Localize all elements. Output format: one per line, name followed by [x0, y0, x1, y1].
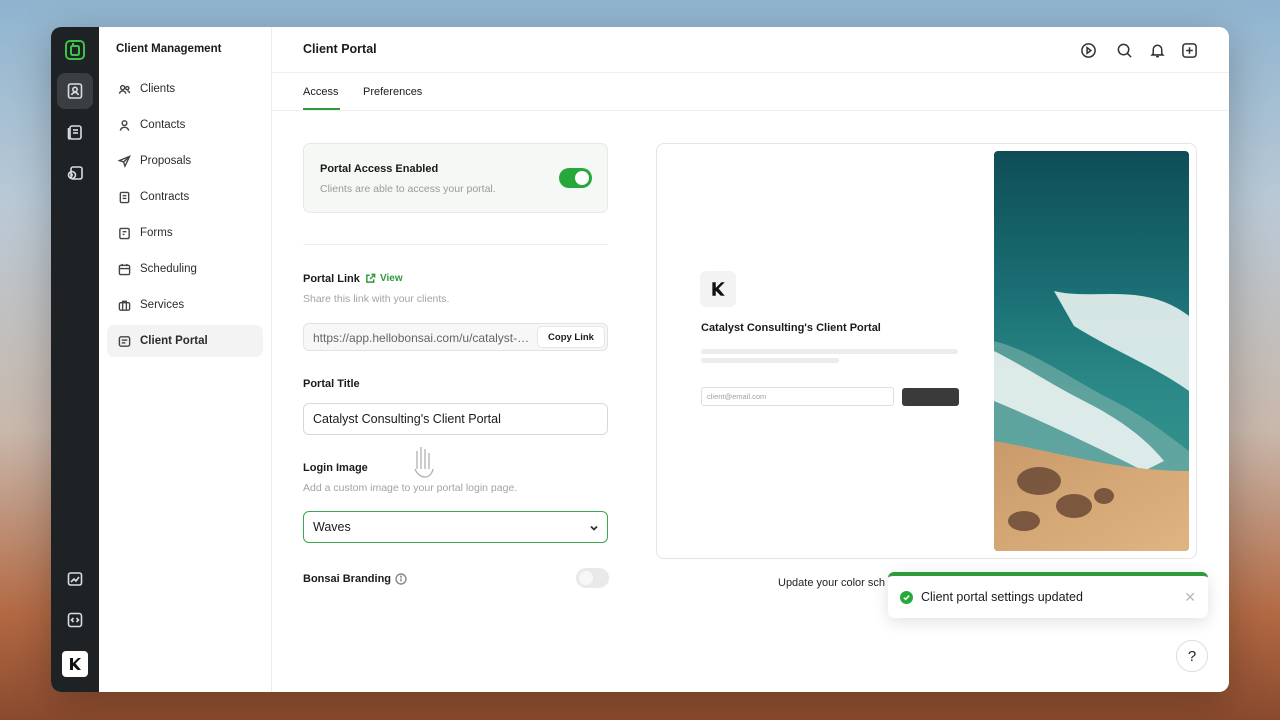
sidebar-item-label: Client Portal	[140, 335, 208, 347]
hand-cursor-icon	[411, 443, 435, 479]
preview-email-input: client@email.com	[701, 387, 894, 406]
sidebar: Client Management Clients Contacts Propo…	[99, 27, 272, 692]
sidebar-item-clients[interactable]: Clients	[107, 73, 263, 105]
login-image-label: Login Image	[303, 462, 368, 474]
top-bar: Client Portal	[272, 27, 1229, 73]
search-icon[interactable]	[1114, 40, 1134, 60]
bonsai-branding-label: Bonsai Branding	[303, 573, 392, 585]
briefcase-icon	[118, 300, 131, 311]
bonsai-branding-toggle[interactable]	[576, 568, 609, 588]
sidebar-item-contacts[interactable]: Contacts	[107, 109, 263, 141]
help-button[interactable]: ?	[1176, 640, 1208, 672]
add-icon[interactable]	[1179, 40, 1199, 60]
active-tab-indicator	[303, 108, 340, 110]
close-icon[interactable]: ✕	[1184, 589, 1196, 606]
sidebar-item-forms[interactable]: Forms	[107, 217, 263, 249]
portal-title-input[interactable]	[303, 403, 608, 435]
sidebar-item-label: Contracts	[140, 191, 190, 203]
login-image-help: Add a custom image to your portal login …	[303, 482, 518, 494]
sidebar-item-label: Services	[140, 299, 185, 311]
portal-access-subtitle: Clients are able to access your portal.	[320, 183, 496, 195]
sidebar-item-label: Forms	[140, 227, 173, 239]
form-icon	[119, 227, 130, 239]
portal-link-label: Portal Link	[303, 273, 360, 285]
document-icon	[119, 191, 130, 203]
preview-title: Catalyst Consulting's Client Portal	[701, 322, 881, 334]
play-icon[interactable]	[1078, 40, 1098, 60]
view-link-label: View	[380, 273, 403, 284]
preview-placeholder-line	[701, 349, 958, 354]
send-icon	[118, 154, 131, 168]
page-title: Client Portal	[303, 42, 377, 56]
bell-icon[interactable]	[1147, 40, 1167, 60]
preview-submit-button	[902, 388, 959, 406]
login-image-select[interactable]: Waves	[303, 511, 608, 543]
portal-link-field[interactable]: https://app.hellobonsai.com/u/catalyst-c…	[303, 323, 608, 351]
rail-analytics-icon[interactable]	[57, 561, 93, 597]
portal-link-value: https://app.hellobonsai.com/u/catalyst-c…	[313, 331, 535, 345]
section-divider	[303, 244, 608, 245]
app-window: Client Management Clients Contacts Propo…	[51, 27, 1229, 692]
workspace-avatar[interactable]	[62, 651, 88, 677]
users-icon	[118, 84, 131, 94]
portal-access-title: Portal Access Enabled	[320, 163, 439, 175]
toggle-knob	[579, 571, 593, 585]
sidebar-item-client-portal[interactable]: Client Portal	[107, 325, 263, 357]
rail-client-management-icon[interactable]	[57, 73, 93, 109]
toggle-knob	[575, 171, 589, 185]
check-circle-icon	[900, 591, 913, 604]
sidebar-item-label: Proposals	[140, 155, 192, 167]
sidebar-item-proposals[interactable]: Proposals	[107, 145, 263, 177]
rail-documents-icon[interactable]	[57, 114, 93, 150]
toast-message: Client portal settings updated	[921, 590, 1083, 604]
tab-preferences[interactable]: Preferences	[363, 86, 422, 98]
sidebar-item-services[interactable]: Services	[107, 289, 263, 321]
view-portal-link[interactable]: View	[365, 273, 403, 284]
sidebar-item-contracts[interactable]: Contracts	[107, 181, 263, 213]
chevron-down-icon	[590, 525, 598, 531]
sidebar-title: Client Management	[116, 43, 222, 55]
rail-integrations-icon[interactable]	[57, 602, 93, 638]
info-icon[interactable]	[395, 572, 407, 585]
sidebar-item-scheduling[interactable]: Scheduling	[107, 253, 263, 285]
copy-link-button[interactable]: Copy Link	[537, 326, 605, 348]
preview-logo-icon	[700, 271, 736, 307]
preview-waves-image	[994, 151, 1189, 551]
portal-title-label: Portal Title	[303, 378, 360, 390]
external-link-icon	[366, 273, 376, 283]
toast-notification: Client portal settings updated ✕	[888, 572, 1208, 618]
tab-bar: Access Preferences	[272, 73, 1229, 111]
login-image-value: Waves	[313, 520, 351, 534]
preview-placeholder-line	[701, 358, 839, 363]
login-page-preview: Catalyst Consulting's Client Portal clie…	[656, 143, 1197, 559]
calendar-icon	[118, 263, 131, 275]
icon-rail	[51, 27, 99, 692]
color-scheme-note: Update your color sch	[778, 577, 885, 589]
tab-access[interactable]: Access	[303, 86, 338, 98]
sidebar-item-label: Contacts	[140, 119, 186, 131]
bonsai-logo-icon[interactable]	[64, 39, 86, 61]
portal-icon	[118, 335, 131, 347]
sidebar-item-label: Scheduling	[140, 263, 197, 275]
rail-finance-icon[interactable]	[57, 155, 93, 191]
sidebar-item-label: Clients	[140, 83, 176, 95]
portal-link-help: Share this link with your clients.	[303, 293, 450, 305]
portal-access-card: Portal Access Enabled Clients are able t…	[303, 143, 608, 213]
portal-access-toggle[interactable]	[559, 168, 592, 188]
user-icon	[119, 119, 130, 131]
